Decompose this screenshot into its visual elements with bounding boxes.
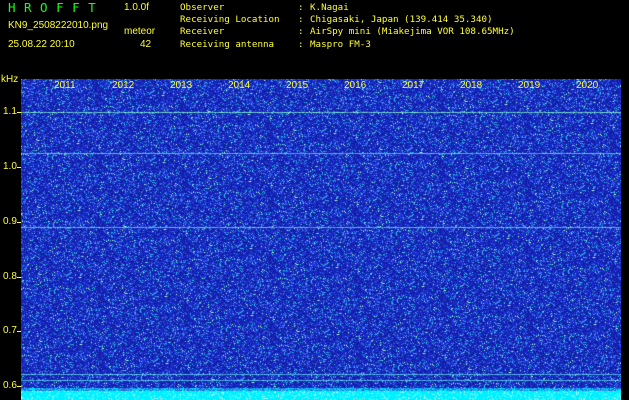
y-axis-unit: kHz xyxy=(1,74,19,85)
x-axis-label: 2016 xyxy=(344,80,367,91)
info-separator: : xyxy=(298,14,304,26)
x-axis-label: 2018 xyxy=(460,80,483,91)
info-row-receiver: Receiver: AirSpy mini (Miakejima VOR 108.… xyxy=(180,26,515,38)
spectrogram-plot xyxy=(21,79,621,400)
app-logo: HROFFT xyxy=(8,0,105,15)
x-axis-label: 2015 xyxy=(286,80,309,91)
header-panel: HROFFT 1.0.0f KN9_2508222010.png meteor … xyxy=(0,0,629,78)
info-value: Maspro FM-3 xyxy=(310,38,371,50)
info-row-antenna: Receiving antenna: Maspro FM-3 xyxy=(180,39,515,51)
info-row-location: Receiving Location: Chigasaki, Japan (139… xyxy=(180,14,515,26)
y-tick-label: 0.7 xyxy=(3,325,17,337)
y-tick-label: 0.6 xyxy=(3,380,17,392)
x-axis-label: 2013 xyxy=(170,80,193,91)
x-axis-label: 2012 xyxy=(112,80,135,91)
y-tick-label: 1.0 xyxy=(3,160,17,172)
x-axis-label: 2011 xyxy=(54,80,76,91)
info-row-observer: Observer: K.Nagai xyxy=(180,2,515,14)
x-axis-label: 2014 xyxy=(228,80,251,91)
info-key: Receiver xyxy=(180,26,225,38)
y-tick-label: 1.1 xyxy=(3,105,17,117)
x-axis-label: 2020 xyxy=(576,80,599,91)
version-label: 1.0.0f xyxy=(124,2,150,13)
y-tick-label: 0.8 xyxy=(3,270,17,282)
info-key: Receiving Location xyxy=(180,14,280,26)
station-info: Observer: K.Nagai Receiving Location: Chig… xyxy=(180,2,515,51)
info-key: Receiving antenna xyxy=(180,38,275,50)
info-separator: : xyxy=(298,2,304,13)
x-axis-label: 2017 xyxy=(402,80,425,91)
info-value: AirSpy mini (Miakejima VOR 108.65MHz) xyxy=(310,26,515,38)
info-value: K.Nagai xyxy=(310,2,349,13)
info-separator: : xyxy=(298,26,304,38)
y-tick-label: 0.9 xyxy=(3,215,17,227)
detection-count: 42 xyxy=(140,39,152,50)
timestamp-label: 25.08.22 20:10 xyxy=(8,39,75,50)
x-axis-label: 2019 xyxy=(518,80,541,91)
info-separator: : xyxy=(298,38,304,50)
hrofft-window: HROFFT 1.0.0f KN9_2508222010.png meteor … xyxy=(0,0,629,400)
filename-label: KN9_2508222010.png xyxy=(8,20,109,31)
info-key: Observer xyxy=(180,2,225,13)
info-value: Chigasaki, Japan (139.414 35.340) xyxy=(310,14,493,26)
mode-label: meteor xyxy=(124,26,156,37)
